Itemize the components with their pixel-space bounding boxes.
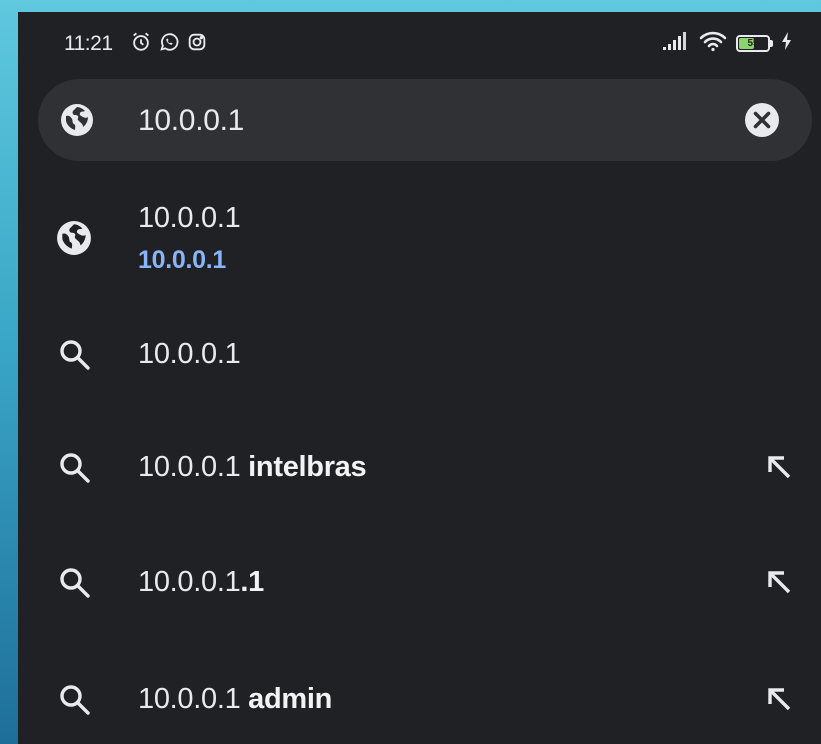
suggestion-title: 10.0.0.1	[138, 202, 241, 234]
status-bar: 11:21 55	[18, 12, 821, 74]
suggestion-prefix: 10.0.0.1	[138, 338, 241, 370]
suggestion-suffix: intelbras	[248, 451, 367, 483]
suggestion-url-text: 10.0.0.1	[138, 246, 226, 274]
suggestion-label: 10.0.0.1.1	[138, 566, 264, 599]
suggestion-url[interactable]: 10.0.0.1 10.0.0.1	[18, 194, 821, 299]
status-time: 11:21	[64, 32, 113, 55]
fill-query-arrow-icon[interactable]	[763, 683, 797, 717]
status-right: 55	[662, 30, 793, 57]
suggestion-prefix: 10.0.0.1	[138, 566, 241, 598]
battery-nub	[770, 40, 773, 47]
suggestion-label: 10.0.0.1 intelbras	[138, 451, 367, 484]
omnibox[interactable]: 10.0.0.1	[38, 79, 812, 161]
suggestion-search[interactable]: 10.0.0.1.1	[18, 540, 821, 630]
battery-text: 55	[747, 38, 759, 49]
suggestion-search[interactable]: 10.0.0.1	[18, 312, 821, 398]
search-icon	[56, 449, 94, 487]
suggestion-search[interactable]: 10.0.0.1 admin	[18, 657, 821, 744]
fill-query-arrow-icon[interactable]	[763, 451, 797, 485]
globe-icon	[56, 220, 94, 258]
suggestion-prefix: 10.0.0.1	[138, 683, 249, 715]
close-circle-icon	[745, 103, 779, 137]
notification-icons	[130, 31, 208, 58]
battery-body: 55	[736, 35, 770, 52]
signal-icon	[662, 31, 690, 56]
suggestion-prefix: 10.0.0.1	[138, 451, 249, 483]
suggestion-label: 10.0.0.1	[138, 338, 241, 371]
fill-query-arrow-icon[interactable]	[763, 566, 797, 600]
alarm-icon	[130, 31, 152, 58]
wifi-icon	[698, 30, 728, 57]
search-icon	[56, 336, 94, 374]
battery-icon: 55	[736, 35, 773, 52]
globe-icon	[60, 103, 94, 137]
suggestion-label: 10.0.0.1 admin	[138, 683, 332, 716]
browser-screen: 11:21 55 10.0.0.1 10.0.0.1 10.0.0.1 10.0…	[18, 12, 821, 744]
instagram-icon	[186, 31, 208, 58]
whatsapp-icon	[158, 31, 180, 58]
search-icon	[56, 681, 94, 719]
clear-button[interactable]	[742, 100, 782, 140]
charging-icon	[781, 31, 793, 56]
suggestion-suffix: admin	[248, 683, 333, 715]
search-input[interactable]: 10.0.0.1	[138, 104, 244, 138]
suggestion-search[interactable]: 10.0.0.1 intelbras	[18, 425, 821, 515]
suggestion-suffix: .1	[240, 566, 265, 598]
search-icon	[56, 564, 94, 602]
